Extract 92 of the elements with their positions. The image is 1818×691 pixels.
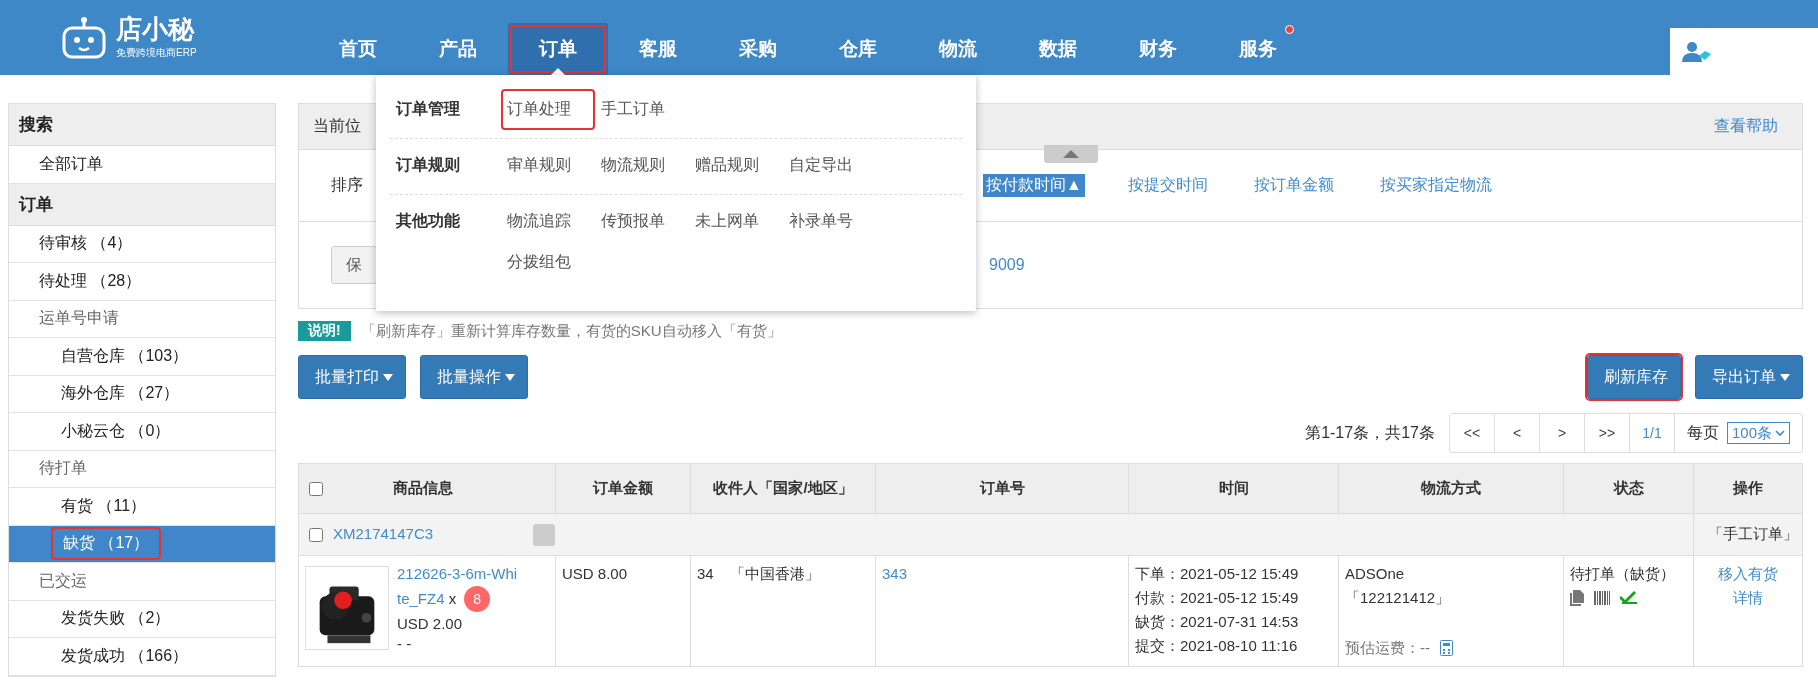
nav-item[interactable]: 服务 xyxy=(1208,23,1308,75)
operation-link[interactable]: 详情 xyxy=(1733,589,1763,606)
action-button[interactable]: 导出订单 xyxy=(1695,355,1803,399)
action-button[interactable]: 刷新库存 xyxy=(1587,355,1681,399)
sort-option[interactable]: 按订单金额 xyxy=(1250,174,1337,197)
order-time: 提交：2021-08-10 11:16 xyxy=(1135,636,1299,656)
column-header: 时间 xyxy=(1128,463,1339,514)
order-time: 付款：2021-05-12 15:49 xyxy=(1135,588,1300,608)
nav-item[interactable]: 采购 xyxy=(708,23,808,75)
page-button[interactable]: >> xyxy=(1584,414,1630,452)
pagination-summary: 第1-17条，共17条 xyxy=(1305,422,1435,443)
menu-link[interactable]: 补录单号 xyxy=(783,201,877,242)
logo-name: 店小秘 xyxy=(116,15,196,42)
nav-item[interactable]: 物流 xyxy=(908,23,1008,75)
quantity-badge: 8 xyxy=(464,586,491,612)
sidebar-heading: 订单 xyxy=(9,183,275,226)
nav-item[interactable]: 仓库 xyxy=(808,23,908,75)
receiver-id: 34 xyxy=(697,565,714,582)
page-button[interactable]: << xyxy=(1449,414,1495,452)
sort-option[interactable]: 按提交时间 xyxy=(1124,174,1211,197)
order-id-link[interactable]: XM2174147C3 xyxy=(333,524,434,542)
order-checkbox[interactable] xyxy=(309,527,323,542)
menu-group-title: 其他功能 xyxy=(395,211,461,231)
action-button[interactable]: 批量操作 xyxy=(420,355,528,399)
sidebar-item[interactable]: 缺货 （17） xyxy=(9,525,275,563)
column-header: 订单号 xyxy=(875,463,1129,514)
logistics-name: ADSOne xyxy=(1345,564,1406,584)
product-note: - - xyxy=(397,636,413,652)
chevron-down-icon xyxy=(1775,429,1785,437)
notice-badge: 说明! xyxy=(298,321,351,341)
per-page-label: 每页 xyxy=(1686,422,1719,443)
times-sign: x xyxy=(448,590,457,607)
order-time: 下单：2021-05-12 15:49 xyxy=(1135,564,1300,584)
per-page-select[interactable]: 100条 xyxy=(1726,422,1790,444)
notice-text: 「刷新库存」重新计算库存数量，有货的SKU自动移入「有货」 xyxy=(360,321,782,341)
menu-link[interactable]: 未上网单 xyxy=(689,201,783,242)
receiver-country: 「中国香港」 xyxy=(729,565,820,582)
document-icon[interactable] xyxy=(1570,590,1584,606)
nav-item[interactable]: 订单 xyxy=(508,23,608,75)
menu-link[interactable]: 自定导出 xyxy=(783,145,877,186)
check-icon[interactable] xyxy=(1620,590,1638,604)
page-button[interactable]: > xyxy=(1539,414,1585,452)
nav-item[interactable]: 数据 xyxy=(1008,23,1108,75)
tag-placeholder xyxy=(533,523,556,546)
saved-filter-link[interactable]: 9009 xyxy=(989,256,1025,274)
operation-link[interactable]: 移入有货 xyxy=(1718,565,1778,582)
menu-group-title: 订单管理 xyxy=(394,99,461,119)
order-number-link[interactable]: 343 xyxy=(882,565,908,582)
sku-link[interactable]: te_FZ4 xyxy=(397,590,445,607)
nav-item[interactable]: 产品 xyxy=(408,23,508,75)
action-button[interactable]: 批量打印 xyxy=(298,355,406,399)
menu-link[interactable]: 审单规则 xyxy=(501,145,595,186)
robot-logo-icon xyxy=(60,15,108,60)
column-header: 物流方式 xyxy=(1338,463,1564,514)
menu-group-title: 订单规则 xyxy=(394,155,461,175)
sort-option[interactable]: 按付款时间▲ xyxy=(983,174,1085,197)
save-button[interactable]: 保 xyxy=(331,246,377,284)
column-header: 状态 xyxy=(1563,463,1694,514)
page-button[interactable]: < xyxy=(1494,414,1540,452)
nav-item[interactable]: 首页 xyxy=(308,23,408,75)
help-link[interactable]: 查看帮助 xyxy=(1714,116,1778,137)
menu-link[interactable]: 赠品规则 xyxy=(689,145,783,186)
user-icon[interactable] xyxy=(1682,40,1712,63)
collapse-toggle[interactable] xyxy=(1044,145,1098,163)
menu-link[interactable]: 物流追踪 xyxy=(501,201,595,242)
order-time: 缺货：2021-07-31 14:53 xyxy=(1135,612,1300,632)
column-header: 商品信息 xyxy=(298,463,556,514)
menu-link[interactable]: 物流规则 xyxy=(595,145,689,186)
menu-link[interactable]: 分拨组包 xyxy=(501,242,595,283)
unit-price: USD 2.00 xyxy=(397,614,464,634)
column-header: 收件人「国家/地区」 xyxy=(690,463,876,514)
breadcrumb-label: 当前位 xyxy=(313,116,361,136)
menu-link[interactable]: 手工订单 xyxy=(595,89,689,130)
menu-link[interactable]: 传预报单 xyxy=(595,201,689,242)
column-header: 操作 xyxy=(1693,463,1803,514)
order-amount: USD 8.00 xyxy=(562,565,628,582)
select-all-checkbox[interactable] xyxy=(309,482,323,497)
nav-item[interactable]: 客服 xyxy=(608,23,708,75)
menu-link[interactable]: 订单处理 xyxy=(501,89,595,130)
sort-option[interactable]: 按买家指定物流 xyxy=(1376,174,1495,197)
barcode-icon[interactable] xyxy=(1594,590,1610,606)
sku-link[interactable]: 212626-3-6m-Whi xyxy=(397,565,518,582)
estimated-fee: 预估运费：-- xyxy=(1345,638,1430,658)
column-header: 订单金额 xyxy=(555,463,691,514)
sort-label: 排序 xyxy=(331,175,363,195)
order-status: 待打单（缺货） xyxy=(1570,564,1676,584)
logo-tagline: 免费跨境电商ERP xyxy=(116,45,197,60)
tracking-number: 「122121412」 xyxy=(1345,588,1452,608)
page-button[interactable]: 1/1 xyxy=(1629,414,1675,452)
nav-item[interactable]: 财务 xyxy=(1108,23,1208,75)
calculator-icon[interactable] xyxy=(1440,640,1453,656)
sidebar-heading: 搜索 xyxy=(9,104,275,146)
